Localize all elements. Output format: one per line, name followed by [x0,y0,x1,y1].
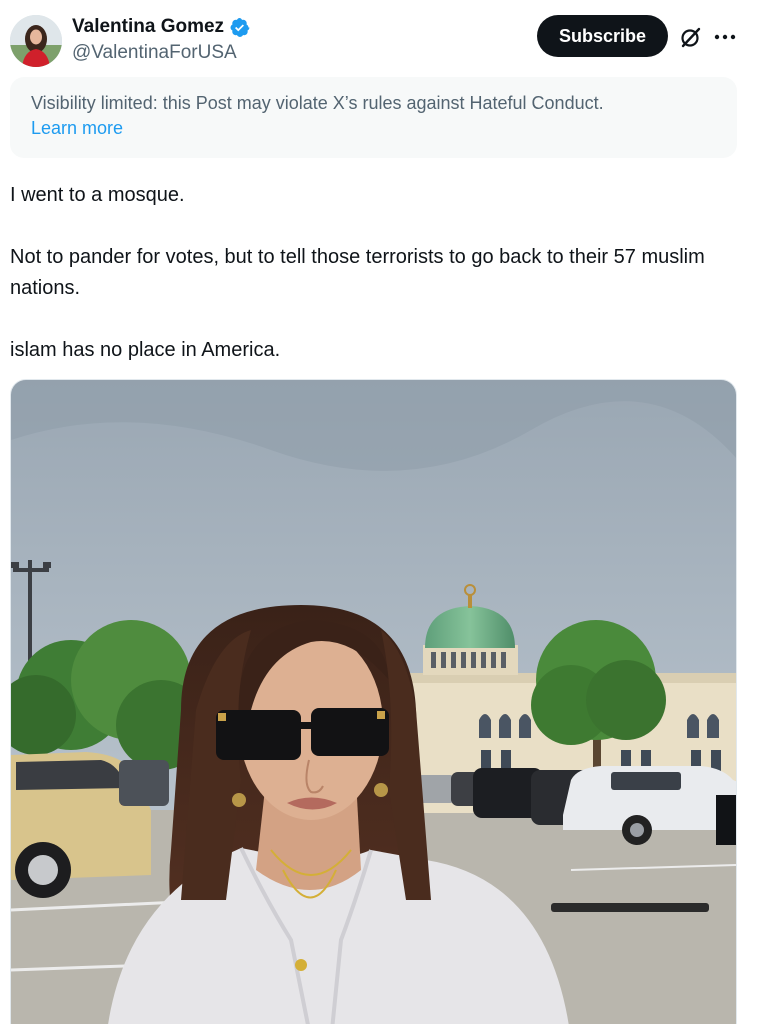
grok-icon[interactable] [678,24,704,50]
verified-badge-icon [229,17,250,38]
learn-more-link[interactable]: Learn more [31,116,123,141]
visibility-notice-text: Visibility limited: this Post may violat… [31,93,604,113]
post-text: I went to a mosque. Not to pander for vo… [10,180,737,366]
author-handle[interactable]: @ValentinaForUSA [72,42,237,64]
post-media-image[interactable] [10,379,737,1024]
author-name-row[interactable]: Valentina Gomez [72,16,250,38]
more-dots-icon[interactable] [712,24,738,50]
visibility-notice: Visibility limited: this Post may violat… [10,77,737,158]
photo-illustration [11,380,736,1024]
subscribe-button[interactable]: Subscribe [537,15,668,57]
post-paragraph: Not to pander for votes, but to tell tho… [10,246,705,299]
post-container: Valentina Gomez @ValentinaForUSA Subscri… [0,0,757,1024]
post-paragraph: islam has no place in America. [10,339,281,361]
post-paragraph: I went to a mosque. [10,184,185,206]
author-avatar[interactable] [10,15,62,67]
author-name[interactable]: Valentina Gomez [72,16,224,38]
